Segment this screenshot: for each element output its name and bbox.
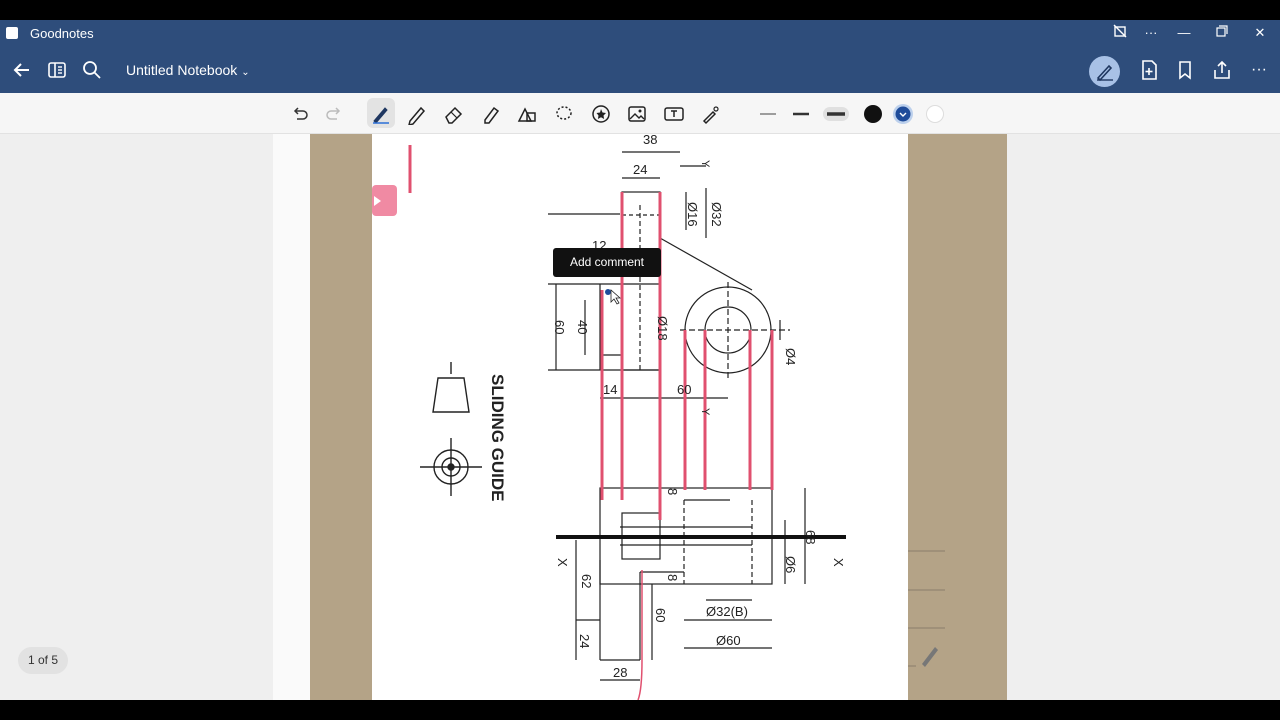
dim-dia4: Ø4 [783,348,798,365]
dim-28: 28 [613,665,627,680]
dim-60-mid: 60 [677,382,691,397]
dim-24-bottom: 24 [577,634,592,648]
axis-x-left: X [555,558,570,567]
dim-dia6: Ø6 [783,556,798,573]
projection-symbol [420,362,482,496]
page-indicator[interactable]: 1 of 5 [18,647,68,674]
axis-y-mid: Y [699,408,711,416]
dim-dia60: Ø60 [716,633,741,648]
dim-8-b: 8 [665,574,680,581]
dim-24-top: 24 [633,162,647,177]
axis-x-right: X [831,558,846,567]
drawing-title: SLIDING GUIDE [488,374,507,502]
dim-68: 68 [803,530,818,544]
dim-60-left: 60 [552,320,567,334]
right-margin-lines [908,550,945,667]
dim-dia18: Ø18 [655,316,670,341]
add-comment-tooltip[interactable]: Add comment [553,248,661,277]
dim-62: 62 [579,574,594,588]
dim-dia32: Ø32 [709,202,724,227]
dim-dia32-b: Ø32(B) [706,604,748,619]
pink-vertical-strokes [600,192,774,520]
bottom-black-bar [0,700,1280,720]
pencil-in-margin-icon [922,647,938,667]
axis-y-top: Y [699,160,711,168]
drawing-geometry [548,151,806,681]
dim-38: 38 [643,132,657,147]
dim-40: 40 [575,320,590,334]
dim-14: 14 [603,382,617,397]
mouse-cursor-icon [605,289,622,305]
dim-dia16: Ø16 [685,202,700,227]
dim-60-bottom: 60 [653,608,668,622]
dim-8-a: 8 [665,488,680,495]
sliding-guide-drawing: SLIDING GUIDE 38 24 12 Ø16 Ø32 60 40 Ø18… [372,132,945,700]
